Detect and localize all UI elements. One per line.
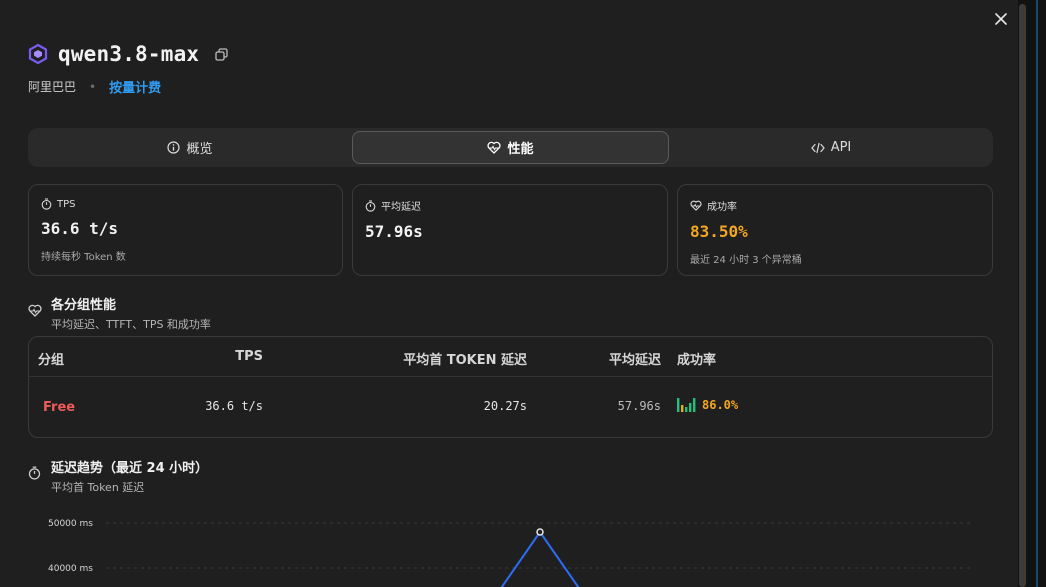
column-header-latency: 平均延迟: [608, 353, 661, 368]
tab-performance[interactable]: 性能: [352, 131, 669, 164]
heart-pulse-icon: [28, 304, 42, 317]
model-title: qwen3.8-max: [58, 42, 200, 66]
latency-trend-section: 延迟趋势（最近 24 小时） 平均首 Token 延迟: [28, 457, 208, 495]
tps-card-value: 36.6 t/s: [41, 219, 119, 238]
success-card-label: 成功率: [707, 202, 737, 213]
heart-pulse-icon: [487, 141, 501, 154]
table-cell-success: 86.0%: [677, 397, 738, 412]
tps-card-label: TPS: [57, 198, 76, 210]
tps-card: TPS 36.6 t/s 持续每秒 Token 数: [28, 184, 343, 276]
code-icon: [810, 142, 825, 153]
group-performance-section: 各分组性能 平均延迟、TTFT、TPS 和成功率: [28, 294, 211, 332]
column-header-group: 分组: [38, 353, 65, 368]
column-header-success: 成功率: [677, 353, 717, 368]
group-name-free: Free: [43, 400, 76, 415]
separator-dot: •: [89, 79, 97, 94]
latency-trend-chart: 50000 ms 40000 ms: [28, 505, 993, 587]
stopwatch-icon: [365, 199, 376, 212]
vendor-name: 阿里巴巴: [28, 80, 77, 94]
y-tick-40000: 40000 ms: [48, 564, 93, 574]
copy-icon: [215, 47, 228, 61]
qwen-logo-icon: [28, 44, 48, 64]
stopwatch-icon: [41, 198, 52, 210]
info-circle-icon: [167, 141, 181, 154]
latency-card-value: 57.96s: [365, 222, 423, 241]
detail-tabs: 概览 性能 API: [28, 128, 993, 167]
success-card-desc: 最近 24 小时 3 个异常桶: [690, 255, 802, 266]
success-rate-card: 成功率 83.50% 最近 24 小时 3 个异常桶: [677, 184, 993, 276]
column-header-ttft: 平均首 TOKEN 延迟: [403, 353, 527, 368]
latency-chart-svg: 50000 ms 40000 ms: [48, 519, 973, 587]
trend-subtitle: 平均首 Token 延迟: [51, 481, 145, 494]
trend-title: 延迟趋势（最近 24 小时）: [51, 461, 209, 476]
copy-model-name-button[interactable]: [215, 47, 228, 61]
table-cell-tps: 36.6 t/s: [205, 399, 263, 413]
success-rate-value: 86.0%: [702, 397, 739, 412]
scrollbar-thumb[interactable]: [1019, 4, 1026, 587]
table-cell-latency: 57.96s: [617, 399, 661, 413]
latency-card-label: 平均延迟: [381, 202, 421, 213]
success-card-value: 83.50%: [690, 222, 748, 241]
table-cell-ttft: 20.27s: [483, 399, 527, 413]
column-header-tps: TPS: [235, 349, 263, 364]
side-accent-line: [1036, 0, 1038, 587]
group-performance-table: 分组 TPS 平均首 TOKEN 延迟 平均延迟 成功率 Free 36.6 t…: [28, 336, 993, 438]
tab-overview-label: 概览: [186, 142, 213, 157]
close-icon: [995, 13, 1007, 25]
billing-mode-link[interactable]: 按量计费: [109, 77, 161, 96]
close-button[interactable]: [991, 9, 1011, 29]
section-title: 各分组性能: [51, 298, 117, 313]
latency-card: 平均延迟 57.96s: [352, 184, 668, 276]
tab-api[interactable]: API: [673, 131, 989, 164]
section-subtitle: 平均延迟、TTFT、TPS 和成功率: [51, 318, 211, 331]
tps-card-desc: 持续每秒 Token 数: [41, 252, 126, 263]
heart-pulse-icon: [690, 200, 702, 211]
tab-api-label: API: [830, 140, 852, 155]
bar-chart-icon: [677, 398, 696, 412]
y-tick-50000: 50000 ms: [48, 519, 93, 529]
tab-performance-label: 性能: [507, 142, 534, 157]
model-header: qwen3.8-max 阿里巴巴 • 按量计费: [28, 42, 228, 96]
latency-peak-point[interactable]: [536, 528, 544, 536]
tab-overview[interactable]: 概览: [32, 131, 348, 164]
stopwatch-icon: [28, 466, 41, 480]
latency-series-line: [500, 530, 580, 587]
